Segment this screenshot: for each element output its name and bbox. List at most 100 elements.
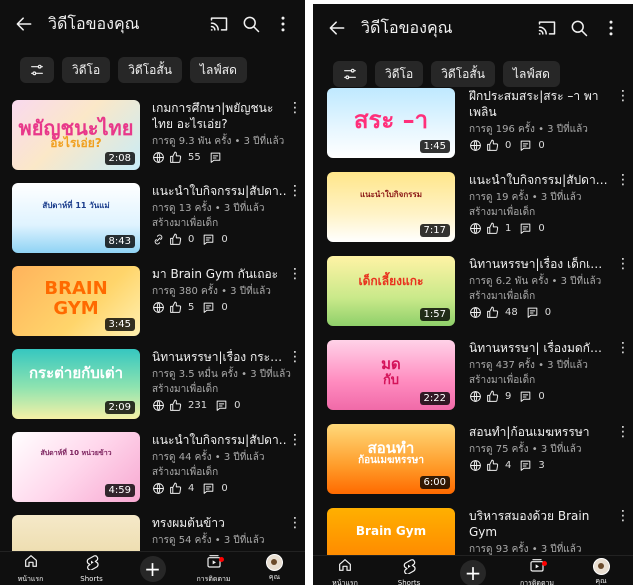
nav-create[interactable]: + — [122, 552, 183, 585]
video-more-icon[interactable]: ⋮ — [288, 184, 302, 203]
list-item[interactable]: มด กับ 2:22 นิทานหรรษา| เรื่องมดกั… การด… — [313, 340, 633, 412]
search-icon[interactable] — [235, 6, 267, 42]
filter-sliders-icon[interactable] — [20, 57, 54, 83]
chip-0[interactable]: วิดีโอ — [62, 57, 111, 83]
list-item[interactable]: พยัญชนะไทย อะไรเอ่ย? 2:08 เกมการศึกษา|พย… — [0, 100, 305, 172]
video-list[interactable]: สระ –า 1:45 ฝึกประสมสระ|สระ –า พา เพลิน ก… — [313, 88, 633, 578]
video-more-icon[interactable]: ⋮ — [288, 101, 302, 120]
video-more-icon[interactable]: ⋮ — [616, 257, 630, 276]
video-title[interactable]: แนะนำใบกิจกรรม|สัปดา… — [152, 432, 287, 448]
video-more-icon[interactable]: ⋮ — [616, 89, 630, 108]
nav-subscriptions[interactable]: การติดตาม — [183, 552, 244, 585]
like-icon[interactable] — [169, 151, 182, 164]
search-icon[interactable] — [563, 10, 595, 46]
like-icon[interactable] — [169, 399, 182, 412]
video-thumbnail[interactable]: BRAIN GYM 3:45 — [12, 266, 140, 336]
video-more-icon[interactable]: ⋮ — [616, 425, 630, 444]
globe-icon[interactable] — [152, 151, 165, 164]
video-title[interactable]: เกมการศึกษา|พยัญชนะ ไทย อะไรเอ่ย? — [152, 100, 287, 132]
nav-you[interactable]: คุณ — [244, 552, 305, 585]
filter-sliders-icon[interactable] — [333, 61, 367, 87]
video-thumbnail[interactable]: แนะนำใบกิจกรรม 7:17 — [327, 172, 455, 242]
video-thumbnail[interactable]: สระ –า 1:45 — [327, 88, 455, 158]
nav-subscriptions[interactable]: การติดตาม — [505, 556, 569, 585]
back-arrow-icon[interactable] — [6, 6, 42, 42]
like-icon[interactable] — [486, 459, 499, 472]
comment-icon[interactable] — [526, 306, 539, 319]
list-item[interactable]: เด็กเลี้ยงแกะ 1:57 นิทานหรรษา|เรื่อง เด็… — [313, 256, 633, 328]
globe-icon[interactable] — [469, 306, 482, 319]
comment-icon[interactable] — [202, 233, 215, 246]
link-icon[interactable] — [152, 233, 165, 246]
globe-icon[interactable] — [469, 390, 482, 403]
list-item[interactable]: สัปดาห์ที่ 11 วันแม่ 8:43 แนะนำใบกิจกรรม… — [0, 183, 305, 255]
globe-icon[interactable] — [152, 399, 165, 412]
video-title[interactable]: บริหารสมองด้วย Brain Gym — [469, 508, 615, 540]
video-title[interactable]: ทรงผมต้นข้าว — [152, 515, 287, 531]
video-list[interactable]: พยัญชนะไทย อะไรเอ่ย? 2:08 เกมการศึกษา|พย… — [0, 100, 305, 585]
comment-icon[interactable] — [202, 301, 215, 314]
cast-icon[interactable] — [531, 10, 563, 46]
like-icon[interactable] — [169, 482, 182, 495]
video-more-icon[interactable]: ⋮ — [288, 350, 302, 369]
video-thumbnail[interactable]: สอนทำ ก้อนเมฆหรรษา 6:00 — [327, 424, 455, 494]
like-icon[interactable] — [169, 233, 182, 246]
nav-create[interactable]: + — [441, 556, 505, 585]
comment-icon[interactable] — [202, 482, 215, 495]
chip-2[interactable]: ไลฟ์สด — [502, 61, 560, 87]
comment-icon[interactable] — [519, 459, 532, 472]
video-title[interactable]: นิทานหรรษา| เรื่องมดกั… — [469, 340, 615, 356]
video-thumbnail[interactable]: กระต่ายกับเต่า 2:09 — [12, 349, 140, 419]
video-thumbnail[interactable]: เด็กเลี้ยงแกะ 1:57 — [327, 256, 455, 326]
video-more-icon[interactable]: ⋮ — [616, 341, 630, 360]
list-item[interactable]: แนะนำใบกิจกรรม 7:17 แนะนำใบกิจกรรม|สัปดา… — [313, 172, 633, 244]
like-icon[interactable] — [486, 306, 499, 319]
video-thumbnail[interactable]: สัปดาห์ที่ 11 วันแม่ 8:43 — [12, 183, 140, 253]
video-thumbnail[interactable]: มด กับ 2:22 — [327, 340, 455, 410]
nav-home[interactable]: หน้าแรก — [313, 556, 377, 585]
video-more-icon[interactable]: ⋮ — [616, 509, 630, 528]
video-more-icon[interactable]: ⋮ — [288, 516, 302, 535]
video-title[interactable]: แนะนำใบกิจกรรม|สัปดา… — [152, 183, 287, 199]
list-item[interactable]: กระต่ายกับเต่า 2:09 นิทานหรรษา|เรื่อง กร… — [0, 349, 305, 421]
nav-shorts[interactable]: Shorts — [377, 556, 441, 585]
more-options-icon[interactable] — [595, 10, 627, 46]
globe-icon[interactable] — [469, 459, 482, 472]
like-icon[interactable] — [169, 301, 182, 314]
nav-you[interactable]: คุณ — [569, 556, 633, 585]
nav-home[interactable]: หน้าแรก — [0, 552, 61, 585]
like-icon[interactable] — [486, 390, 499, 403]
cast-icon[interactable] — [203, 6, 235, 42]
list-item[interactable]: สอนทำ ก้อนเมฆหรรษา 6:00 สอนทำ|ก้อนเมฆหรร… — [313, 424, 633, 496]
list-item[interactable]: สัปดาห์ที่ 10 หน่วยข้าว 4:59 แนะนำใบกิจก… — [0, 432, 305, 504]
video-title[interactable]: สอนทำ|ก้อนเมฆหรรษา — [469, 424, 615, 440]
video-title[interactable]: แนะนำใบกิจกรรม|สัปดา… — [469, 172, 615, 188]
chip-2[interactable]: ไลฟ์สด — [189, 57, 247, 83]
chip-0[interactable]: วิดีโอ — [375, 61, 424, 87]
chip-1[interactable]: วิดีโอสั้น — [118, 57, 182, 83]
video-title[interactable]: นิทานหรรษา|เรื่อง กระ… — [152, 349, 287, 365]
back-arrow-icon[interactable] — [319, 10, 355, 46]
comment-icon[interactable] — [519, 139, 532, 152]
list-item[interactable]: BRAIN GYM 3:45 มา Brain Gym กันเถอะ การด… — [0, 266, 305, 338]
video-thumbnail[interactable]: สัปดาห์ที่ 10 หน่วยข้าว 4:59 — [12, 432, 140, 502]
chip-1[interactable]: วิดีโอสั้น — [431, 61, 495, 87]
video-thumbnail[interactable]: พยัญชนะไทย อะไรเอ่ย? 2:08 — [12, 100, 140, 170]
comment-icon[interactable] — [519, 222, 532, 235]
video-more-icon[interactable]: ⋮ — [616, 173, 630, 192]
video-title[interactable]: นิทานหรรษา|เรื่อง เด็กเ… — [469, 256, 615, 272]
nav-shorts[interactable]: Shorts — [61, 552, 122, 585]
comment-icon[interactable] — [519, 390, 532, 403]
video-title[interactable]: ฝึกประสมสระ|สระ –า พา เพลิน — [469, 88, 615, 120]
globe-icon[interactable] — [469, 222, 482, 235]
like-icon[interactable] — [486, 139, 499, 152]
more-options-icon[interactable] — [267, 6, 299, 42]
video-more-icon[interactable]: ⋮ — [288, 267, 302, 286]
like-icon[interactable] — [486, 222, 499, 235]
globe-icon[interactable] — [469, 139, 482, 152]
video-more-icon[interactable]: ⋮ — [288, 433, 302, 452]
comment-icon[interactable] — [209, 151, 222, 164]
video-title[interactable]: มา Brain Gym กันเถอะ — [152, 266, 287, 282]
list-item[interactable]: สระ –า 1:45 ฝึกประสมสระ|สระ –า พา เพลิน ก… — [313, 88, 633, 160]
globe-icon[interactable] — [152, 482, 165, 495]
